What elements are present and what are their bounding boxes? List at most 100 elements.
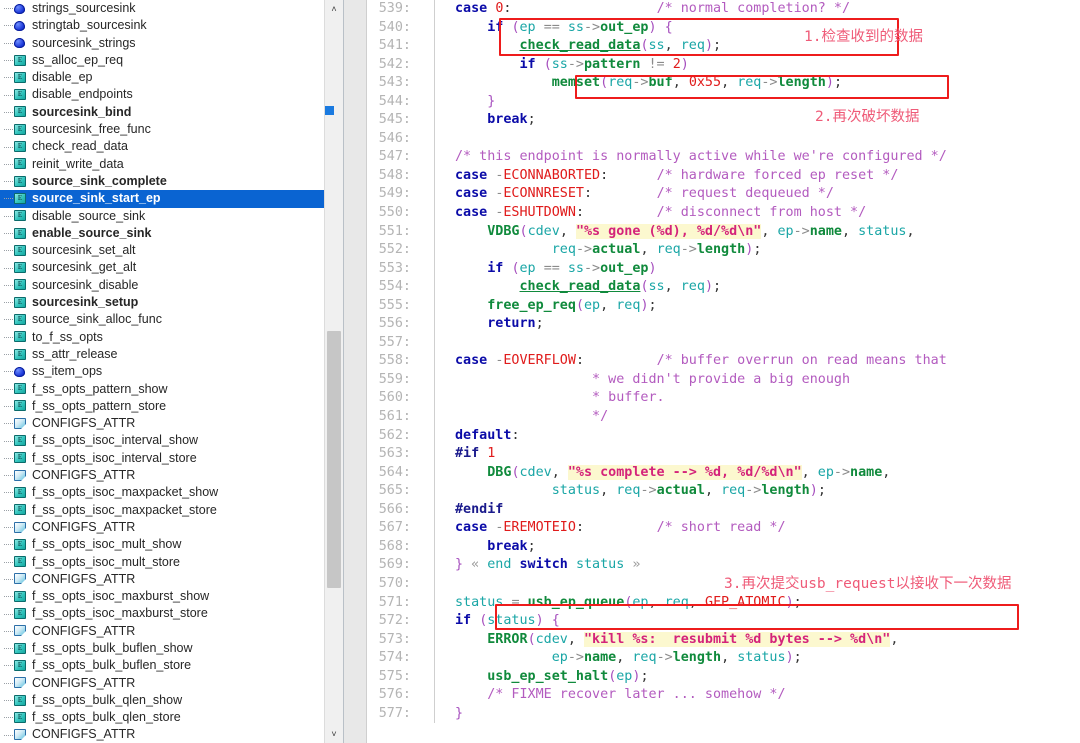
function-icon: E [14,227,27,240]
code-line[interactable]: 548: case -ECONNABORTED: /* hardware forc… [367,166,1080,186]
code-line[interactable]: 541: check_read_data(ss, req); [367,37,1080,56]
symbol-tree-item[interactable]: Ef_ss_opts_bulk_buflen_show [0,640,343,657]
symbol-tree-item[interactable]: Ef_ss_opts_pattern_show [0,381,343,398]
code-text: status = usb_ep_queue(ep, req, GFP_ATOMI… [455,594,802,610]
symbol-tree-item[interactable]: Ef_ss_opts_bulk_qlen_show [0,692,343,709]
symbol-tree-item[interactable]: CONFIGFS_ATTR [0,467,343,484]
scroll-up-arrow[interactable]: ˄ [325,0,343,18]
code-line[interactable]: 560: * buffer. [367,389,1080,409]
code-line[interactable]: 572: if (status) { [367,612,1080,631]
code-line[interactable]: 559: * we didn't provide a big enough [367,370,1080,390]
symbol-tree-item[interactable]: Ef_ss_opts_isoc_interval_store [0,450,343,467]
symbol-tree-item[interactable]: Eto_f_ss_opts [0,329,343,346]
code-line[interactable]: 544: } [367,92,1080,112]
symbol-tree-item[interactable]: CONFIGFS_ATTR [0,726,343,743]
code-line[interactable]: 551: VDBG(cdev, "%s gone (%d), %d/%d\n",… [367,222,1080,242]
symbol-tree-item[interactable]: Esourcesink_free_func [0,121,343,138]
symbol-tree-item[interactable]: Esourcesink_setup [0,294,343,311]
code-line[interactable]: 554: check_read_data(ss, req); [367,278,1080,297]
code-line[interactable]: 558: case -EOVERFLOW: /* buffer overrun o… [367,352,1080,371]
code-lines[interactable]: 539: case 0: /* normal completion? */ 540:… [367,0,1080,724]
line-number: 550: [378,205,411,221]
symbol-tree-item[interactable]: Esourcesink_set_alt [0,242,343,259]
code-line[interactable]: 562: default: [367,426,1080,446]
code-line[interactable]: 561: */ [367,408,1080,427]
symbol-tree-scrollbar[interactable]: ˄ ˅ [324,0,343,743]
symbol-tree-item[interactable]: Esourcesink_get_alt [0,259,343,276]
symbol-tree-item[interactable]: Edisable_endpoints [0,86,343,103]
symbol-tree-item[interactable]: Ef_ss_opts_isoc_mult_store [0,554,343,571]
symbol-tree-item[interactable]: Ef_ss_opts_bulk_qlen_store [0,709,343,726]
symbol-tree-item-label: f_ss_opts_isoc_mult_store [32,554,180,569]
symbol-tree-item[interactable]: Esource_sink_start_ep [0,190,343,208]
symbol-tree-item[interactable]: CONFIGFS_ATTR [0,623,343,640]
symbol-tree-item-label: source_sink_complete [32,173,167,188]
symbol-tree-item[interactable]: Edisable_ep [0,69,343,86]
symbol-tree-item[interactable]: Ess_attr_release [0,346,343,363]
code-line[interactable]: 552: req->actual, req->length); [367,241,1080,260]
code-line[interactable]: 568: break; [367,537,1080,557]
code-line[interactable]: 576: /* FIXME recover later ... somehow … [367,686,1080,705]
symbol-tree-item[interactable]: CONFIGFS_ATTR [0,675,343,692]
code-line[interactable]: 549: case -ECONNRESET: /* request dequeue… [367,185,1080,205]
code-line[interactable]: 547: /* this endpoint is normally active … [367,148,1080,167]
code-line[interactable]: 553: if (ep == ss->out_ep) [367,259,1080,279]
symbol-tree-item[interactable]: CONFIGFS_ATTR [0,415,343,432]
function-icon: E [14,642,27,655]
code-editor[interactable]: 539: case 0: /* normal completion? */ 540:… [367,0,1080,743]
symbol-tree-item[interactable]: Edisable_source_sink [0,208,343,225]
symbol-tree-item[interactable]: Ef_ss_opts_pattern_store [0,398,343,415]
code-line[interactable]: 543: memset(req->buf, 0x55, req->length)… [367,74,1080,93]
symbol-tree-item[interactable]: Ef_ss_opts_bulk_buflen_store [0,657,343,674]
symbol-tree-item[interactable]: sourcesink_strings [0,35,343,52]
symbol-tree-item[interactable]: strings_sourcesink [0,0,343,17]
code-line[interactable]: 539: case 0: /* normal completion? */ [367,0,1080,19]
symbol-tree-item[interactable]: Eenable_source_sink [0,225,343,242]
symbol-tree-item[interactable]: CONFIGFS_ATTR [0,519,343,536]
code-line[interactable]: 556: return; [367,315,1080,334]
code-line[interactable]: 566: #endif [367,500,1080,520]
symbol-tree-item[interactable]: Ef_ss_opts_isoc_maxburst_show [0,588,343,605]
symbol-tree-item-label: f_ss_opts_bulk_buflen_show [32,640,193,655]
function-icon: E [14,71,27,84]
symbol-tree-item[interactable]: CONFIGFS_ATTR [0,571,343,588]
code-line[interactable]: 564: DBG(cdev, "%s complete --> %d, %d/%… [367,463,1080,483]
code-line[interactable]: 571: status = usb_ep_queue(ep, req, GFP_A… [367,593,1080,613]
symbol-tree-item[interactable]: ss_item_ops [0,363,343,380]
symbol-tree-item[interactable]: Ef_ss_opts_isoc_maxpacket_store [0,502,343,519]
function-icon: E [14,175,27,188]
code-line[interactable]: 555: free_ep_req(ep, req); [367,296,1080,316]
scroll-down-arrow[interactable]: ˅ [325,725,343,743]
scrollbar-thumb[interactable] [327,331,341,588]
code-line[interactable]: 550: case -ESHUTDOWN: /* disconnect from … [367,204,1080,223]
symbol-tree-item[interactable]: Esourcesink_disable [0,277,343,294]
symbol-tree-item[interactable]: Echeck_read_data [0,138,343,155]
symbol-tree-item[interactable]: stringtab_sourcesink [0,17,343,34]
symbol-tree-item[interactable]: Ef_ss_opts_isoc_interval_show [0,432,343,449]
symbol-tree-item-label: source_sink_start_ep [32,191,161,206]
symbol-tree-item[interactable]: Ef_ss_opts_isoc_maxpacket_show [0,484,343,501]
symbol-tree-item[interactable]: Ereinit_write_data [0,156,343,173]
line-number: 565: [378,483,411,499]
symbol-tree-item[interactable]: Esource_sink_alloc_func [0,311,343,328]
code-line[interactable]: 540: if (ep == ss->out_ep) { [367,18,1080,38]
code-line[interactable]: 542: if (ss->pattern != 2) [367,55,1080,75]
symbol-tree-item[interactable]: Ef_ss_opts_isoc_maxburst_store [0,605,343,622]
code-line[interactable]: 565: status, req->actual, req->length); [367,482,1080,501]
symbol-tree-item[interactable]: Esourcesink_bind [0,104,343,121]
code-line[interactable]: 575: usb_ep_set_halt(ep); [367,667,1080,687]
code-line[interactable]: 557: [367,333,1080,353]
symbol-tree-item[interactable]: Esource_sink_complete [0,173,343,190]
function-icon: E [14,400,27,412]
code-line[interactable]: 567: case -EREMOTEIO: /* short read */ [367,519,1080,538]
code-line[interactable]: 573: ERROR(cdev, "kill %s: resubmit %d b… [367,630,1080,650]
symbol-tree-item[interactable]: Ess_alloc_ep_req [0,52,343,69]
code-line[interactable]: 546: [367,129,1080,149]
symbol-tree-list[interactable]: strings_sourcesink stringtab_sourcesink so… [0,0,343,743]
code-line[interactable]: 545: break; [367,111,1080,130]
code-line[interactable]: 563: #if 1 [367,445,1080,464]
macro-icon [14,469,27,482]
code-line[interactable]: 577:} [367,704,1080,724]
symbol-tree-item[interactable]: Ef_ss_opts_isoc_mult_show [0,536,343,553]
code-line[interactable]: 574: ep->name, req->length, status); [367,649,1080,668]
